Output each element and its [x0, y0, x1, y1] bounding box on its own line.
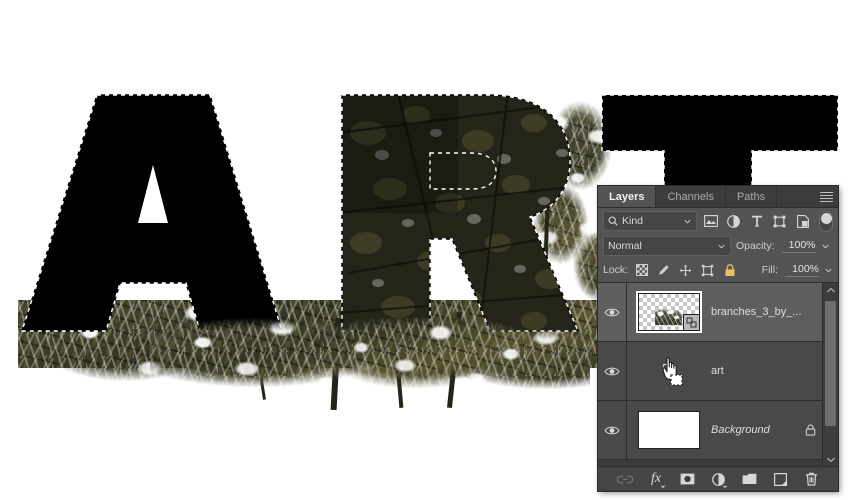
- lock-position-icon[interactable]: [677, 262, 694, 279]
- new-group-button[interactable]: [740, 470, 758, 488]
- tab-paths[interactable]: Paths: [725, 186, 778, 207]
- eye-icon: [604, 426, 620, 434]
- opacity-chevron-down-icon[interactable]: [821, 242, 830, 251]
- tab-paths-label: Paths: [736, 190, 766, 203]
- layer-name-label: art: [711, 365, 724, 377]
- tab-channels[interactable]: Channels: [656, 186, 726, 207]
- new-adjustment-layer-button[interactable]: [709, 470, 728, 489]
- new-layer-button[interactable]: [771, 470, 789, 488]
- type-layer-icon: T: [662, 358, 676, 383]
- table-row[interactable]: branches_3_by_...: [598, 283, 822, 342]
- opacity-value[interactable]: 100%: [781, 239, 816, 253]
- panel-tabbar: Layers Channels Paths: [598, 186, 838, 208]
- delete-layer-button[interactable]: [802, 470, 820, 488]
- fill-chevron-down-icon[interactable]: [824, 266, 833, 275]
- filter-pixel-layers-icon[interactable]: [701, 212, 720, 231]
- filter-adjustment-layers-icon[interactable]: [724, 212, 743, 231]
- layer-rows: branches_3_by_... T art Background: [598, 283, 822, 466]
- layer-visibility-toggle[interactable]: [598, 342, 627, 400]
- lock-all-icon[interactable]: [721, 262, 738, 279]
- fill-label: Fill:: [761, 264, 778, 276]
- scroll-up-arrow[interactable]: [823, 283, 838, 297]
- layer-thumbnail[interactable]: [638, 411, 700, 449]
- photoshop-screen: Layers Channels Paths Kind Normal Opacit…: [0, 0, 850, 500]
- blend-mode-row: Normal Opacity: 100%: [598, 234, 838, 258]
- chevron-down-icon: [684, 219, 691, 224]
- layers-panel-bottom-bar: fx: [598, 466, 838, 491]
- tabbar-filler: [777, 186, 814, 207]
- scroll-down-arrow[interactable]: [823, 452, 838, 466]
- filter-enable-toggle[interactable]: [818, 210, 834, 232]
- tab-layers[interactable]: Layers: [598, 186, 657, 207]
- tab-layers-label: Layers: [609, 190, 645, 203]
- add-layer-mask-button[interactable]: [678, 470, 696, 488]
- layer-thumbnail-cell[interactable]: T: [627, 358, 711, 383]
- letter-A: [14, 93, 289, 343]
- branches-photo-overlay: [150, 318, 590, 400]
- fill-value[interactable]: 100%: [785, 263, 819, 277]
- layer-style-button[interactable]: fx: [647, 470, 666, 489]
- scrollbar-thumb[interactable]: [825, 301, 836, 426]
- layer-locked-icon: [805, 424, 816, 436]
- search-icon: [608, 216, 618, 226]
- smart-object-badge: [683, 314, 699, 330]
- thumbnail-foliage: [654, 309, 683, 325]
- eye-icon: [604, 367, 620, 375]
- lock-row: Lock: Fill: 100%: [598, 258, 838, 282]
- layers-panel[interactable]: Layers Channels Paths Kind Normal Opacit…: [598, 186, 838, 491]
- layer-list-scrollbar[interactable]: [822, 283, 838, 466]
- lock-label: Lock:: [603, 264, 629, 276]
- table-row[interactable]: T art: [598, 342, 822, 401]
- layer-name-label: branches_3_by_...: [711, 306, 802, 318]
- lock-transparent-pixels-icon[interactable]: [633, 262, 650, 279]
- layer-thumbnail[interactable]: [636, 291, 702, 333]
- tab-channels-label: Channels: [667, 190, 714, 203]
- letter-R: [338, 93, 588, 343]
- lock-artboard-icon[interactable]: [699, 262, 716, 279]
- chevron-up-icon: [826, 287, 835, 292]
- filter-smart-objects-icon[interactable]: [794, 212, 813, 231]
- chevron-down-icon: [722, 485, 728, 489]
- layer-name-cell[interactable]: Background: [711, 424, 822, 436]
- filter-shape-layers-icon[interactable]: [770, 212, 789, 231]
- hamburger-menu-icon[interactable]: [814, 186, 838, 207]
- lock-image-pixels-icon[interactable]: [655, 262, 672, 279]
- filter-kind-select[interactable]: Kind: [603, 211, 698, 231]
- filter-type-layers-icon[interactable]: [747, 212, 766, 231]
- layer-thumbnail-cell[interactable]: [627, 291, 711, 333]
- layer-visibility-toggle[interactable]: [598, 283, 627, 341]
- opacity-label: Opacity:: [736, 240, 775, 252]
- layer-thumbnail-cell[interactable]: [627, 411, 711, 449]
- layer-visibility-toggle[interactable]: [598, 401, 627, 459]
- layer-name-cell[interactable]: branches_3_by_...: [711, 306, 822, 318]
- blend-mode-value: Normal: [608, 240, 642, 252]
- link-layers-button[interactable]: [616, 470, 634, 488]
- scrollbar-track[interactable]: [823, 297, 838, 452]
- blend-mode-select[interactable]: Normal: [603, 236, 731, 256]
- eye-icon: [604, 308, 620, 316]
- chevron-down-icon: [826, 457, 835, 462]
- layer-list[interactable]: branches_3_by_... T art Background: [598, 282, 838, 466]
- chevron-down-icon: [660, 485, 666, 489]
- layer-filter-row: Kind: [598, 208, 838, 234]
- chevron-down-icon: [718, 244, 725, 249]
- layer-name-cell[interactable]: art: [711, 365, 822, 377]
- filter-kind-label: Kind: [622, 215, 644, 227]
- table-row[interactable]: Background: [598, 401, 822, 460]
- layer-name-label: Background: [711, 424, 770, 436]
